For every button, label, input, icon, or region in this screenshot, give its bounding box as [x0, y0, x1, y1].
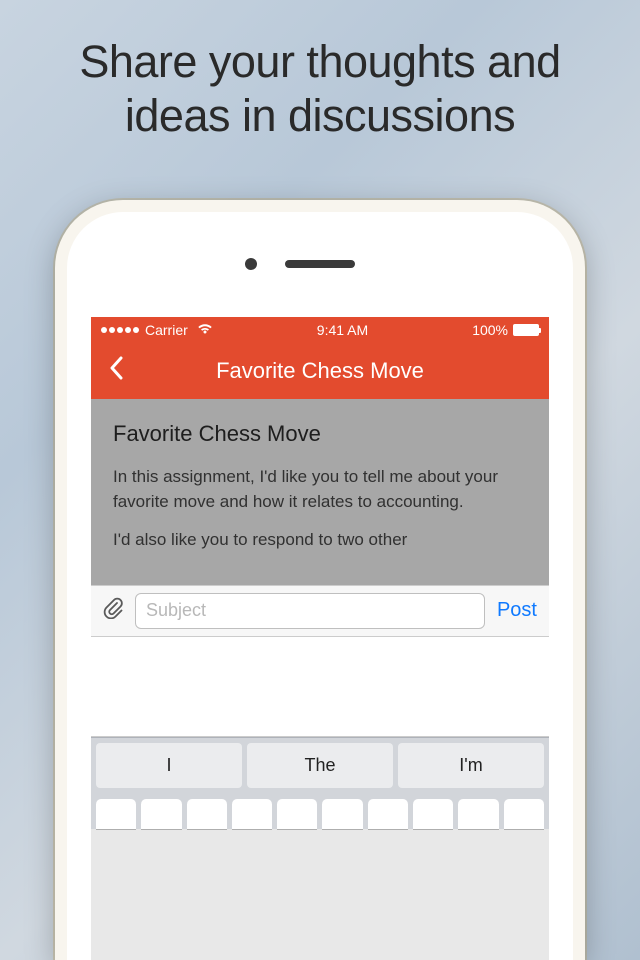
keyboard-key[interactable] [413, 799, 453, 829]
post-button[interactable]: Post [493, 597, 541, 624]
keyboard-key[interactable] [322, 799, 362, 829]
promo-line-1: Share your thoughts and [40, 35, 600, 89]
phone-camera [245, 258, 257, 270]
keyboard-key[interactable] [458, 799, 498, 829]
content-area: Favorite Chess Move In this assignment, … [91, 399, 549, 585]
keyboard-key[interactable] [277, 799, 317, 829]
wifi-icon [197, 322, 213, 338]
battery-percent: 100% [472, 322, 508, 338]
status-right: 100% [472, 322, 539, 338]
thread-content: Favorite Chess Move In this assignment, … [91, 399, 549, 585]
suggestion-3[interactable]: I'm [398, 743, 544, 788]
keyboard-key[interactable] [232, 799, 272, 829]
promo-headline: Share your thoughts and ideas in discuss… [0, 0, 640, 173]
back-button[interactable] [99, 349, 133, 393]
suggestion-2[interactable]: The [247, 743, 393, 788]
chevron-left-icon [109, 356, 123, 380]
signal-icon [101, 327, 139, 333]
status-bar: Carrier 9:41 AM 100% [91, 317, 549, 343]
promo-line-2: ideas in discussions [40, 89, 600, 143]
keyboard-suggestions: I The I'm [91, 737, 549, 793]
status-left: Carrier [101, 322, 213, 338]
phone-inner: Carrier 9:41 AM 100% Favorite Chess Move [67, 212, 573, 960]
paperclip-icon [103, 597, 123, 619]
keyboard-key[interactable] [187, 799, 227, 829]
keyboard-row [91, 793, 549, 829]
carrier-label: Carrier [145, 322, 188, 338]
status-time: 9:41 AM [317, 322, 368, 338]
keyboard-key[interactable] [368, 799, 408, 829]
nav-bar: Favorite Chess Move [91, 343, 549, 399]
subject-input[interactable] [135, 593, 485, 629]
thread-paragraph-2: I'd also like you to respond to two othe… [113, 528, 527, 553]
attachment-button[interactable] [99, 595, 127, 627]
phone-screen: Carrier 9:41 AM 100% Favorite Chess Move [91, 317, 549, 960]
thread-title: Favorite Chess Move [113, 421, 527, 447]
suggestion-1[interactable]: I [96, 743, 242, 788]
message-textarea[interactable] [91, 637, 549, 737]
keyboard-key[interactable] [504, 799, 544, 829]
phone-speaker [285, 260, 355, 268]
battery-icon [513, 324, 539, 336]
compose-bar: Post [91, 585, 549, 637]
nav-title: Favorite Chess Move [91, 358, 549, 384]
phone-frame: Carrier 9:41 AM 100% Favorite Chess Move [55, 200, 585, 960]
thread-paragraph-1: In this assignment, I'd like you to tell… [113, 465, 527, 514]
keyboard-key[interactable] [141, 799, 181, 829]
keyboard-key[interactable] [96, 799, 136, 829]
